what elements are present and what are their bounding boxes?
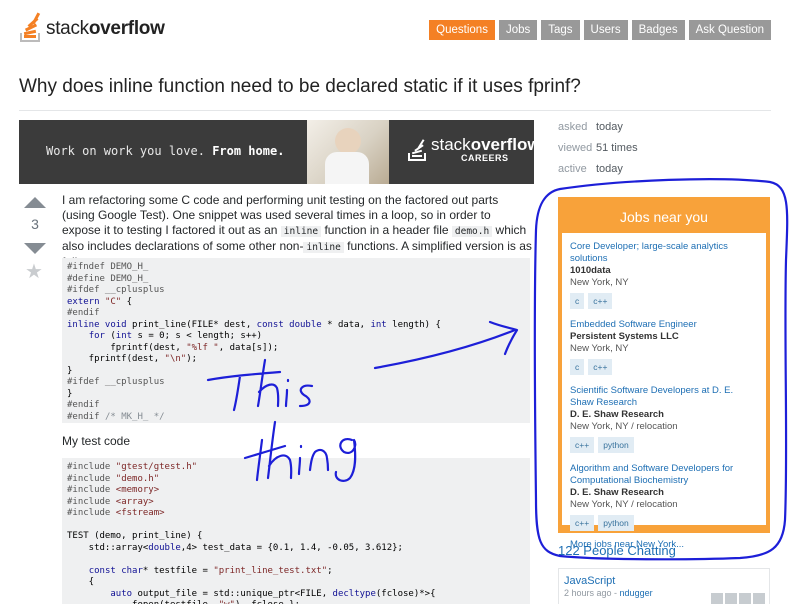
job-tag[interactable]: c++ — [570, 437, 595, 453]
job-location: New York, NY — [570, 343, 629, 354]
favorite-star-icon[interactable]: ★ — [25, 262, 43, 282]
job-tag[interactable]: c++ — [588, 293, 613, 309]
avatar[interactable] — [711, 593, 723, 604]
nav-tags[interactable]: Tags — [541, 20, 580, 40]
inline-code: inline — [303, 242, 344, 253]
nav-jobs[interactable]: Jobs — [498, 20, 538, 40]
avatar[interactable] — [725, 593, 737, 604]
job-tag[interactable]: c — [570, 359, 585, 375]
job-location: New York, NY / relocation — [570, 421, 678, 432]
downvote-arrow-icon[interactable] — [24, 243, 46, 254]
chat-room-name[interactable]: JavaScript — [564, 575, 764, 587]
nav-questions[interactable]: Questions — [429, 20, 495, 40]
stackoverflow-logo[interactable]: stackoverflow — [18, 12, 165, 46]
stat-active-value[interactable]: today — [596, 159, 623, 180]
question-stats: asked today viewed 51 times active today — [558, 117, 638, 180]
avatar[interactable] — [753, 593, 765, 604]
chat-heading-link[interactable]: 122 People Chatting — [558, 543, 676, 558]
nav-users[interactable]: Users — [583, 20, 628, 40]
job-title-link[interactable]: Scientific Software Developers at D. E. … — [570, 385, 758, 409]
stackoverflow-logo-icon — [18, 12, 42, 44]
logo-wordmark: stackoverflow — [46, 18, 165, 39]
job-listing: Scientific Software Developers at D. E. … — [570, 385, 758, 453]
avatar[interactable] — [739, 593, 751, 604]
nav-ask-question[interactable]: Ask Question — [688, 20, 771, 40]
job-tag[interactable]: c++ — [570, 515, 595, 531]
stat-active-label: active — [558, 163, 587, 175]
careers-banner-ad[interactable]: Work on work you love. From home. stacko… — [19, 120, 534, 184]
job-company: D. E. Shaw Research — [570, 409, 664, 420]
inline-code: demo.h — [451, 226, 493, 237]
code-block-header: #ifndef DEMO_H_ #define DEMO_H_ #ifdef _… — [62, 258, 530, 423]
chat-room-card[interactable]: JavaScript 2 hours ago - ndugger — [558, 568, 770, 604]
question-title[interactable]: Why does inline function need to be decl… — [19, 76, 581, 98]
job-tag[interactable]: python — [598, 437, 634, 453]
job-company: Persistent Systems LLC — [570, 331, 679, 342]
job-title-link[interactable]: Core Developer; large-scale analytics so… — [570, 241, 758, 265]
job-listing: Embedded Software Engineer Persistent Sy… — [570, 319, 758, 375]
test-code-label: My test code — [62, 434, 131, 448]
title-divider — [19, 110, 771, 111]
job-location: New York, NY / relocation — [570, 499, 678, 510]
job-title-link[interactable]: Embedded Software Engineer — [570, 319, 758, 331]
chat-user-link[interactable]: ndugger — [620, 588, 653, 598]
vote-count: 3 — [31, 216, 39, 232]
chat-avatars — [711, 593, 765, 604]
stat-asked-label: asked — [558, 121, 588, 133]
job-tag[interactable]: c — [570, 293, 585, 309]
banner-photo — [307, 120, 389, 184]
job-listing: Algorithm and Software Developers for Co… — [570, 463, 758, 531]
stat-asked-value: today — [596, 121, 623, 133]
inline-code: inline — [280, 226, 322, 237]
careers-logo: stackoverflow CAREERS — [407, 136, 534, 163]
job-company: D. E. Shaw Research — [570, 487, 664, 498]
jobs-widget-title: Jobs near you — [620, 209, 708, 225]
job-title-link[interactable]: Algorithm and Software Developers for Co… — [570, 463, 758, 487]
banner-tagline: Work on work you love. From home. — [46, 144, 285, 158]
job-tag[interactable]: c++ — [588, 359, 613, 375]
code-block-test: #include "gtest/gtest.h" #include "demo.… — [62, 458, 530, 604]
job-listing: Core Developer; large-scale analytics so… — [570, 241, 758, 309]
stackoverflow-logo-icon — [407, 139, 427, 161]
stat-viewed-label: viewed — [558, 142, 593, 154]
jobs-near-you-widget: Jobs near you Core Developer; large-scal… — [558, 197, 770, 550]
job-company: 1010data — [570, 265, 611, 276]
top-nav: Questions Jobs Tags Users Badges Ask Que… — [429, 20, 771, 40]
stat-viewed-value: 51 times — [596, 142, 638, 154]
upvote-arrow-icon[interactable] — [24, 197, 46, 208]
nav-badges[interactable]: Badges — [631, 20, 685, 40]
job-location: New York, NY — [570, 277, 629, 288]
job-tag[interactable]: python — [598, 515, 634, 531]
